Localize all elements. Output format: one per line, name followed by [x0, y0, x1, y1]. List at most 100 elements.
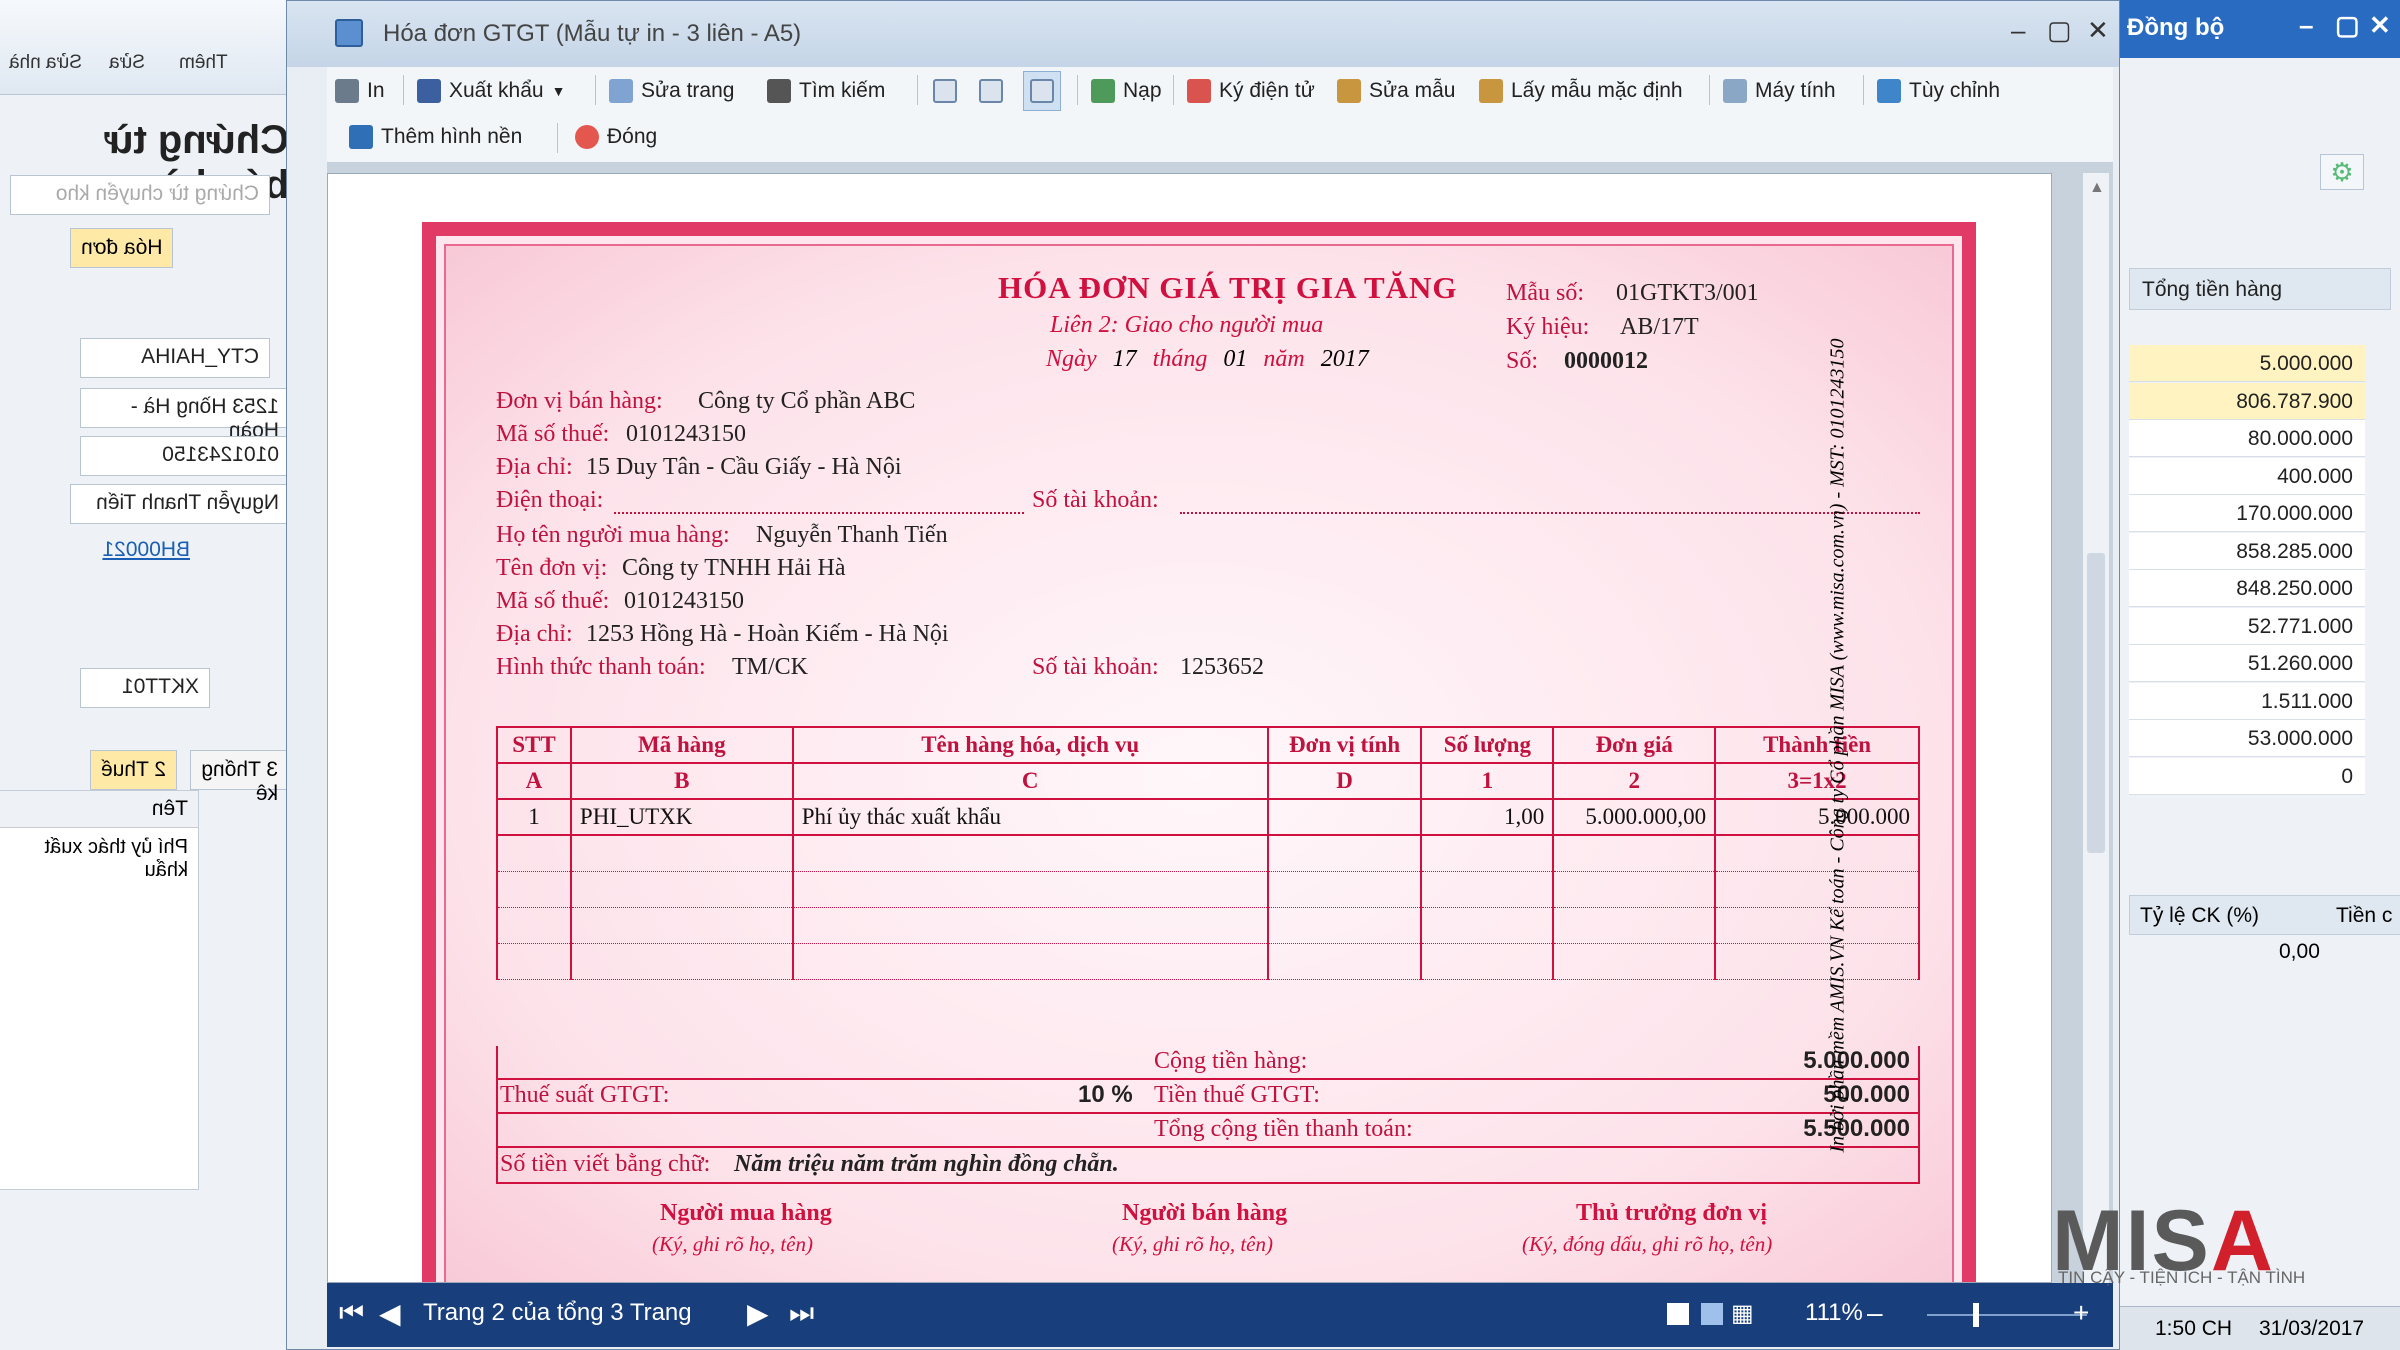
subtotal-value: 5.000.000 [1803, 1047, 1910, 1074]
column-code: D [1266, 762, 1423, 800]
words-label: Số tiền viết bằng chữ: [500, 1151, 711, 1177]
vat-rate: 10 % [1078, 1081, 1133, 1108]
year-label: năm [1263, 346, 1305, 372]
zoom-slider[interactable] [1927, 1314, 2087, 1316]
search-button[interactable]: Tìm kiếm [767, 71, 885, 111]
fit-page-icon [1030, 79, 1054, 103]
tab-stat: 3 Thống kê [190, 750, 289, 805]
value-row: 52.771.000 [2129, 607, 2365, 645]
sync-bar: Đồng bộ – ▢ ✕ [2119, 0, 2400, 58]
close-preview-button[interactable]: Đóng [575, 117, 657, 157]
invoice-form: HÓA ĐƠN GIÁ TRỊ GIA TĂNG Liên 2: Giao ch… [422, 222, 1976, 1282]
value-row: 400.000 [2129, 457, 2365, 495]
row-stt: 1 [496, 798, 572, 836]
seller-label: Đơn vị bán hàng: [496, 388, 663, 414]
continuous-view-button[interactable] [1701, 1303, 1723, 1325]
background-grid: Tên Phí ủy thác xuất khẩu [0, 790, 199, 1190]
mirrored-content: Sửa nhà Sửa Thêm Chứng từ bán hàng Chứng… [0, 0, 289, 1350]
esign-label: Ký điện tử [1219, 79, 1315, 102]
table-row-empty [496, 834, 1920, 872]
single-page-view-button[interactable] [1667, 1303, 1689, 1325]
last-page-button[interactable]: ⏭ [789, 1297, 814, 1330]
separator [403, 75, 404, 105]
close-icon [575, 125, 599, 149]
scroll-thumb[interactable] [2087, 553, 2105, 853]
save-icon [417, 79, 441, 103]
table-row-empty [496, 870, 1920, 908]
ribbon-item: Sửa nhà [9, 52, 82, 73]
separator [1709, 75, 1710, 105]
invoice-number: 0000012 [1564, 348, 1648, 374]
sig-buyer: Người mua hàng [660, 1200, 832, 1226]
month-label: tháng [1152, 346, 1208, 372]
symbol: AB/17T [1620, 314, 1699, 340]
sig-head: Thủ trưởng đơn vị [1576, 1200, 1768, 1226]
subtotal-label: Cộng tiền hàng: [1154, 1048, 1308, 1074]
zoom-slider-thumb[interactable] [1973, 1303, 1979, 1327]
gear-icon: ⚙ [2320, 154, 2364, 190]
multi-page-view-button[interactable]: ▦ [1731, 1299, 1754, 1328]
words-row: Số tiền viết bằng chữ: Năm triệu năm tră… [496, 1148, 1920, 1184]
value-row: 806.787.900 [2129, 382, 2365, 420]
zoom-out-button[interactable]: – [1867, 1297, 1883, 1329]
edit-page-button[interactable]: Sửa trang [609, 71, 734, 111]
load-button[interactable]: Nạp [1091, 71, 1162, 111]
value-row: 848.250.000 [2129, 570, 2365, 607]
calculator-button[interactable]: Máy tính [1723, 71, 1836, 111]
vertical-scrollbar[interactable]: ▲ [2083, 173, 2109, 1283]
print-label: In [367, 79, 385, 102]
export-button[interactable]: Xuất khẩu ▼ [417, 71, 565, 111]
prev-page-button[interactable]: ◀ [379, 1297, 401, 1330]
vat-amount-label: Tiền thuế GTGT: [1154, 1082, 1320, 1108]
single-page-button[interactable] [933, 71, 957, 111]
minimize-button[interactable]: – [2011, 15, 2025, 46]
invoice-date: Ngày 17 tháng 01 năm 2017 [1046, 346, 1369, 373]
calculator-icon [1723, 79, 1747, 103]
add-background-button[interactable]: Thêm hình nền [349, 117, 522, 157]
background-field: CTY_HAIHA [80, 338, 270, 378]
zoom-level: 111% [1805, 1299, 1863, 1326]
column-code: 3=1x2 [1714, 762, 1920, 800]
background-link: BH00021 [102, 538, 190, 561]
background-ribbon: Sửa nhà Sửa Thêm [0, 0, 289, 95]
symbol-label: Ký hiệu: [1506, 314, 1590, 340]
edit-template-button[interactable]: Sửa mẫu [1337, 71, 1455, 111]
edit-icon [609, 79, 633, 103]
separator [1173, 75, 1174, 105]
sync-label: Đồng bộ [2127, 14, 2225, 41]
customize-button[interactable]: Tùy chỉnh [1877, 71, 2000, 111]
scroll-up-icon[interactable]: ▲ [2089, 179, 2105, 197]
default-template-button[interactable]: Lấy mẫu mặc định [1479, 71, 1683, 111]
esign-button[interactable]: Ký điện tử [1187, 71, 1315, 111]
close-button[interactable]: ✕ [2087, 15, 2109, 46]
copy-line: Liên 2: Giao cho người mua [1050, 312, 1324, 338]
value-row: 5.000.000 [2129, 345, 2365, 382]
window-title: Hóa đơn GTGT (Mẫu tự in - 3 liên - A5) [383, 20, 802, 47]
maximize-button[interactable]: ▢ [2047, 15, 2072, 46]
page-width-button[interactable] [979, 71, 1003, 111]
print-button[interactable]: In [335, 71, 385, 111]
first-page-button[interactable]: ⏮ [339, 1297, 364, 1330]
zoom-in-button[interactable]: + [2073, 1297, 2089, 1329]
form-no: 01GTKT3/001 [1616, 280, 1759, 306]
search-label: Tìm kiếm [799, 79, 886, 102]
background-field: Nguyễn Thanh Tiến [70, 484, 289, 524]
load-label: Nạp [1123, 79, 1162, 102]
amount-in-words: Năm triệu năm trăm nghìn đồng chẵn. [734, 1151, 1119, 1177]
add-background-label: Thêm hình nền [381, 125, 523, 148]
next-page-button[interactable]: ▶ [747, 1297, 769, 1330]
phone-label: Điện thoại: [496, 487, 604, 513]
value-row: 51.260.000 [2129, 645, 2365, 682]
fit-page-button[interactable] [1023, 71, 1061, 111]
form-no-label: Mẫu số: [1506, 280, 1584, 306]
column-header: Số lượng [1420, 726, 1555, 764]
grid-row: Phí ủy thác xuất khẩu [44, 836, 188, 881]
export-label: Xuất khẩu [449, 79, 544, 102]
sig-seller: Người bán hàng [1122, 1200, 1288, 1226]
phone-dotted-line [614, 512, 1024, 514]
value-row: 80.000.000 [2129, 420, 2365, 457]
invoice-body: HÓA ĐƠN GIÁ TRỊ GIA TĂNG Liên 2: Giao ch… [444, 244, 1954, 1282]
column-header: Thành tiền [1714, 726, 1920, 764]
seller-account-label: Số tài khoản: [1032, 487, 1159, 513]
customize-label: Tùy chỉnh [1909, 79, 2001, 102]
